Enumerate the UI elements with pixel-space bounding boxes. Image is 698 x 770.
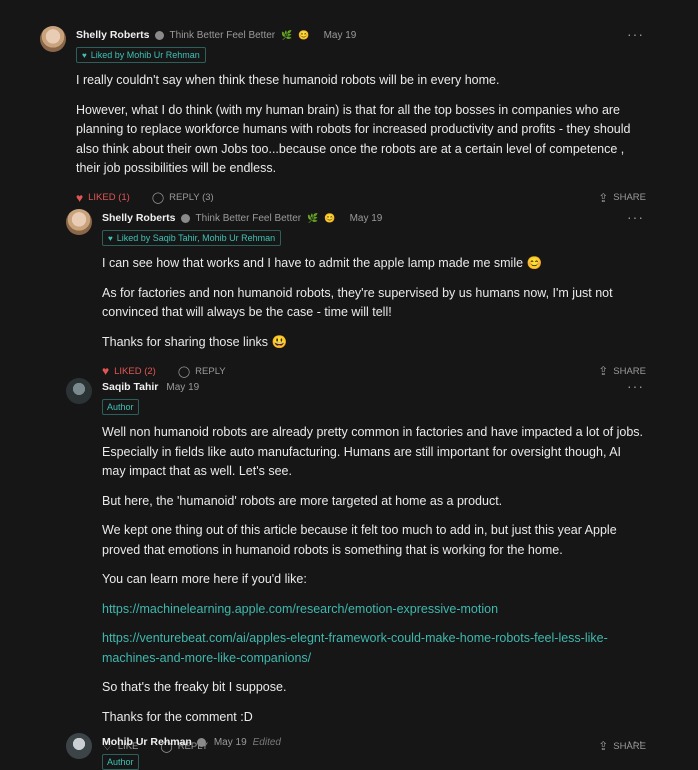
paragraph: Thanks for sharing those links 😃 xyxy=(102,334,288,349)
author-tagline: Think Better Feel Better xyxy=(169,29,276,41)
avatar[interactable] xyxy=(40,26,66,52)
comment-date[interactable]: May 19 xyxy=(166,382,199,393)
author-role-badge: Author xyxy=(102,754,139,770)
comment-header: Saqib Tahir May 19 xyxy=(102,378,646,396)
comment-2: ··· Shelly Roberts Think Better Feel Bet… xyxy=(66,209,646,378)
speech-bubble-icon: ◯ xyxy=(151,192,165,204)
smile-icon: 😊 xyxy=(298,29,310,40)
ellipsis-icon[interactable]: ··· xyxy=(627,26,644,42)
comment-3: ··· Saqib Tahir May 19 Author Well non h… xyxy=(66,378,646,753)
comment-date[interactable]: May 19 xyxy=(214,737,247,748)
comment-1: ··· Shelly Roberts Think Better Feel Bet… xyxy=(40,26,646,205)
share-label: SHARE xyxy=(613,365,646,377)
author-name[interactable]: Mohib Ur Rehman xyxy=(102,736,192,748)
like-label: LIKED (2) xyxy=(114,365,156,377)
smile-icon: 😊 xyxy=(324,212,336,223)
share-icon: ⇪ xyxy=(598,364,609,378)
heart-icon: ♥ xyxy=(102,364,110,378)
comment-header: Mohib Ur Rehman May 19 Edited xyxy=(102,733,646,751)
liked-by-text: Liked by Saqib Tahir, Mohib Ur Rehman xyxy=(116,233,276,243)
reply-button[interactable]: ◯ REPLY (3) xyxy=(152,191,214,204)
share-button[interactable]: ⇪ SHARE xyxy=(598,364,646,378)
comment-actions: ♥ LIKED (1) ◯ REPLY (3) ⇪ SHARE xyxy=(76,191,646,205)
leaf-icon: 🌿 xyxy=(281,29,293,40)
comment-actions: ♥ LIKED (2) ◯ REPLY ⇪ SHARE xyxy=(102,364,646,378)
speech-bubble-icon: ◯ xyxy=(177,365,191,378)
link-apple-research[interactable]: https://machinelearning.apple.com/resear… xyxy=(102,602,498,616)
reply-label: REPLY (3) xyxy=(169,192,214,203)
share-label: SHARE xyxy=(613,192,646,203)
like-button[interactable]: ♥ LIKED (1) xyxy=(76,191,130,205)
comment-header: Shelly Roberts Think Better Feel Better … xyxy=(102,209,646,227)
paragraph: Well non humanoid robots are already pre… xyxy=(102,425,644,478)
comment-text: Well non humanoid robots are already pre… xyxy=(102,423,646,727)
comment-4: ··· Mohib Ur Rehman May 19 Edited Author xyxy=(66,733,646,770)
like-button[interactable]: ♥ LIKED (2) xyxy=(102,364,156,378)
comment-text: I can see how that works and I have to a… xyxy=(102,254,646,352)
ellipsis-icon[interactable]: ··· xyxy=(627,378,644,394)
author-name[interactable]: Shelly Roberts xyxy=(76,29,150,41)
share-button[interactable]: ⇪ SHARE xyxy=(598,191,646,205)
reply-button[interactable]: ◯ REPLY xyxy=(178,365,226,378)
avatar[interactable] xyxy=(66,378,92,404)
avatar[interactable] xyxy=(66,209,92,235)
ellipsis-icon[interactable]: ··· xyxy=(627,733,644,749)
paragraph: As for factories and non humanoid robots… xyxy=(102,285,613,320)
comment-date[interactable]: May 19 xyxy=(324,30,357,41)
heart-icon: ♥ xyxy=(108,233,113,243)
leaf-icon: 🌿 xyxy=(307,212,319,223)
comment-text: I really couldn't say when think these h… xyxy=(76,71,646,179)
paragraph: I can see how that works and I have to a… xyxy=(102,256,543,270)
heart-icon: ♥ xyxy=(82,50,87,60)
author-tagline: Think Better Feel Better xyxy=(195,212,302,224)
liked-by-text: Liked by Mohib Ur Rehman xyxy=(90,50,200,60)
comment-header: Shelly Roberts Think Better Feel Better … xyxy=(76,26,646,44)
link-venturebeat-article[interactable]: https://venturebeat.com/ai/apples-elegnt… xyxy=(102,631,608,665)
liked-by-badge: ♥ Liked by Saqib Tahir, Mohib Ur Rehman xyxy=(102,230,282,246)
heart-icon: ♥ xyxy=(76,190,84,205)
paragraph: So that's the freaky bit I suppose. xyxy=(102,680,287,694)
verified-badge-icon xyxy=(196,737,206,747)
paragraph: I really couldn't say when think these h… xyxy=(76,73,500,87)
verified-badge-icon xyxy=(154,30,164,40)
author-name[interactable]: Saqib Tahir xyxy=(102,381,158,393)
share-icon: ⇪ xyxy=(598,190,609,205)
paragraph: We kept one thing out of this article be… xyxy=(102,523,617,557)
paragraph: However, what I do think (with my human … xyxy=(76,102,631,176)
comment-date[interactable]: May 19 xyxy=(350,213,383,224)
reply-label: REPLY xyxy=(195,365,226,377)
avatar[interactable] xyxy=(66,733,92,759)
paragraph: Thanks for the comment :D xyxy=(102,709,253,724)
paragraph: You can learn more here if you'd like: xyxy=(102,572,307,586)
verified-badge-icon xyxy=(180,213,190,223)
author-name[interactable]: Shelly Roberts xyxy=(102,212,176,224)
liked-by-badge: ♥ Liked by Mohib Ur Rehman xyxy=(76,47,206,63)
edited-label: Edited xyxy=(252,736,281,748)
author-role-badge: Author xyxy=(102,399,139,415)
paragraph: But here, the 'humanoid' robots are more… xyxy=(102,493,503,508)
like-label: LIKED (1) xyxy=(88,192,130,203)
ellipsis-icon[interactable]: ··· xyxy=(627,209,644,225)
